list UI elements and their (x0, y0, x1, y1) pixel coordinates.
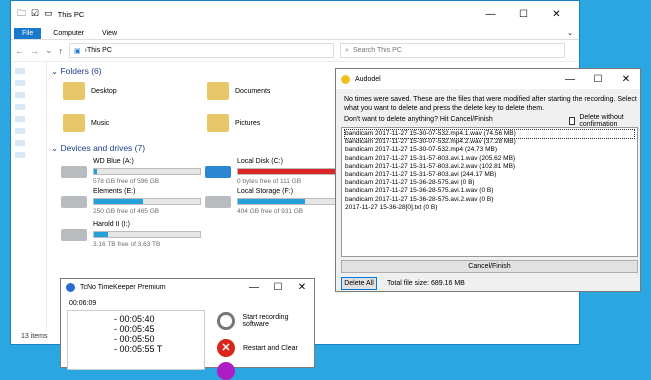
music-folder-icon (63, 114, 85, 132)
purple-circle-icon[interactable] (217, 362, 235, 380)
delete-without-confirmation-checkbox[interactable]: Delete without confirmation (569, 114, 640, 128)
up-arrow-icon[interactable]: ↑ (59, 46, 64, 56)
restart-clear-button[interactable]: ✕ Restart and Clear (217, 339, 298, 357)
saved-time: - 00:05:50 (114, 334, 155, 344)
list-item[interactable]: bandicam 2017-11-27 15-31-57-803.avi (24… (345, 171, 634, 179)
computer-icon: ▣ (74, 47, 81, 55)
close-button[interactable]: ✕ (612, 74, 640, 85)
navigation-pane[interactable] (11, 62, 47, 332)
checkbox-box[interactable] (569, 117, 576, 125)
delete-all-button[interactable]: Delete All (341, 277, 377, 290)
drive-usage-bar (93, 198, 201, 205)
folder-music[interactable]: Music (63, 114, 109, 132)
audodel-question: Don't want to delete anything? Hit Cance… (344, 116, 493, 123)
status-bar-count: 13 items (21, 333, 48, 340)
audodel-window: Audodel — ☐ ✕ No times were saved. These a… (335, 68, 641, 292)
tab-file[interactable]: File (14, 27, 42, 39)
folder-pictures[interactable]: Pictures (207, 114, 260, 132)
desktop-folder-icon (63, 82, 85, 100)
chevron-down-icon[interactable]: ⌄ (45, 45, 53, 56)
red-x-icon: ✕ (217, 339, 235, 357)
ribbon-tabs: File Computer View ⌄ (11, 27, 579, 40)
drive-i[interactable]: Harold II (I:) 3.16 TB free of 3.63 TB (61, 221, 201, 248)
saved-time: - 00:05:45 (114, 324, 155, 334)
timekeeper-logo-icon (66, 282, 75, 292)
search-icon: ⌕ (345, 46, 349, 54)
drive-e[interactable]: Elements (E:) 250 GB free of 465 GB (61, 188, 201, 215)
cancel-finish-button[interactable]: Cancel/Finish (341, 260, 638, 273)
audodel-logo-icon (341, 74, 350, 84)
list-item[interactable]: bandicam 2017-11-27 15-31-57-803.avi.2.w… (345, 163, 634, 171)
timekeeper-title: TcNo TimeKeeper Premium (80, 283, 166, 291)
maximize-button[interactable]: ☐ (266, 282, 290, 293)
saved-time: - 00:05:40 (114, 314, 155, 324)
tab-view[interactable]: View (102, 30, 117, 37)
minimize-button[interactable]: — (556, 74, 584, 85)
list-item[interactable]: 2017-11-27 15-36-28[0].txt (0 B) (345, 204, 634, 212)
hard-drive-icon (61, 196, 87, 208)
address-path[interactable]: ▣ › This PC (69, 43, 335, 58)
close-button[interactable]: ✕ (540, 9, 573, 20)
drives-header[interactable]: ⌄ Devices and drives (7) (51, 143, 145, 154)
pictures-folder-icon (207, 114, 229, 132)
drive-a[interactable]: WD Blue (A:) 578 GB free of 596 GB (61, 158, 201, 185)
minimize-button[interactable]: — (242, 282, 266, 293)
folder-icon: 🗀 (17, 8, 27, 18)
record-circle-icon (217, 312, 235, 330)
hard-drive-icon (61, 229, 87, 241)
audodel-title: Audodel (355, 75, 381, 83)
drive-usage-bar (93, 231, 201, 238)
audodel-titlebar: Audodel — ☐ ✕ (336, 69, 640, 89)
explorer-titlebar: 🗀 ☑ ▭ This PC — ☐ ✕ (11, 1, 579, 27)
windows-drive-icon (205, 166, 231, 178)
properties-icon[interactable]: ☑ (31, 8, 39, 19)
list-item[interactable]: bandicam 2017-11-27 15-36-28-575.avi.1.w… (345, 187, 634, 195)
chevron-down-icon[interactable]: ⌄ (567, 29, 573, 37)
search-input[interactable]: ⌕ Search This PC (340, 43, 566, 58)
folder-documents[interactable]: Documents (207, 82, 270, 100)
folder-desktop[interactable]: Desktop (63, 82, 117, 100)
tab-computer[interactable]: Computer (53, 30, 84, 37)
documents-folder-icon (207, 82, 229, 100)
saved-time: - 00:05:55 T (114, 344, 163, 354)
timekeeper-window: TcNo TimeKeeper Premium — ☐ ✕ 00:06:09 - 0… (60, 278, 315, 380)
hard-drive-icon (205, 196, 231, 208)
new-folder-icon[interactable]: ▭ (44, 8, 53, 19)
address-bar: ← → ⌄ ↑ ▣ › This PC ⌕ Search This PC (11, 40, 579, 62)
file-list[interactable]: bandicam 2017-11-27 15-30-07-532.mp4.1.w… (341, 127, 638, 257)
hard-drive-icon (61, 166, 87, 178)
elapsed-time: 00:06:09 (69, 300, 97, 307)
list-item[interactable]: bandicam 2017-11-27 15-36-28-575.avi (0 … (345, 179, 634, 187)
audodel-message: No times were saved. These are the files… (344, 96, 637, 112)
maximize-button[interactable]: ☐ (507, 9, 540, 20)
list-item[interactable]: bandicam 2017-11-27 15-31-57-803.avi.1.w… (345, 155, 634, 163)
maximize-button[interactable]: ☐ (584, 74, 612, 85)
window-title: This PC (57, 9, 85, 19)
list-item[interactable]: bandicam 2017-11-27 15-30-07-532.mp4.2.w… (345, 138, 634, 146)
folders-header[interactable]: ⌄ Folders (6) (51, 66, 102, 77)
close-button[interactable]: ✕ (290, 282, 314, 293)
forward-arrow-icon[interactable]: → (30, 46, 39, 56)
back-arrow-icon[interactable]: ← (15, 46, 24, 56)
total-file-size: Total file size: 689.16 MB (387, 280, 465, 287)
list-item[interactable]: bandicam 2017-11-27 15-30-07-532.mp4.1.w… (344, 128, 635, 140)
saved-times-box: - 00:05:40 - 00:05:45 - 00:05:50 - 00:05… (67, 310, 205, 370)
start-recording-button[interactable]: Start recording software (217, 312, 314, 330)
drive-usage-bar (93, 168, 201, 175)
timekeeper-titlebar: TcNo TimeKeeper Premium — ☐ ✕ (61, 279, 314, 295)
list-item[interactable]: bandicam 2017-11-27 15-36-28-575.avi.2.w… (345, 196, 634, 204)
minimize-button[interactable]: — (474, 9, 507, 20)
list-item[interactable]: bandicam 2017-11-27 15-30-07-532.mp4 (24… (345, 146, 634, 154)
